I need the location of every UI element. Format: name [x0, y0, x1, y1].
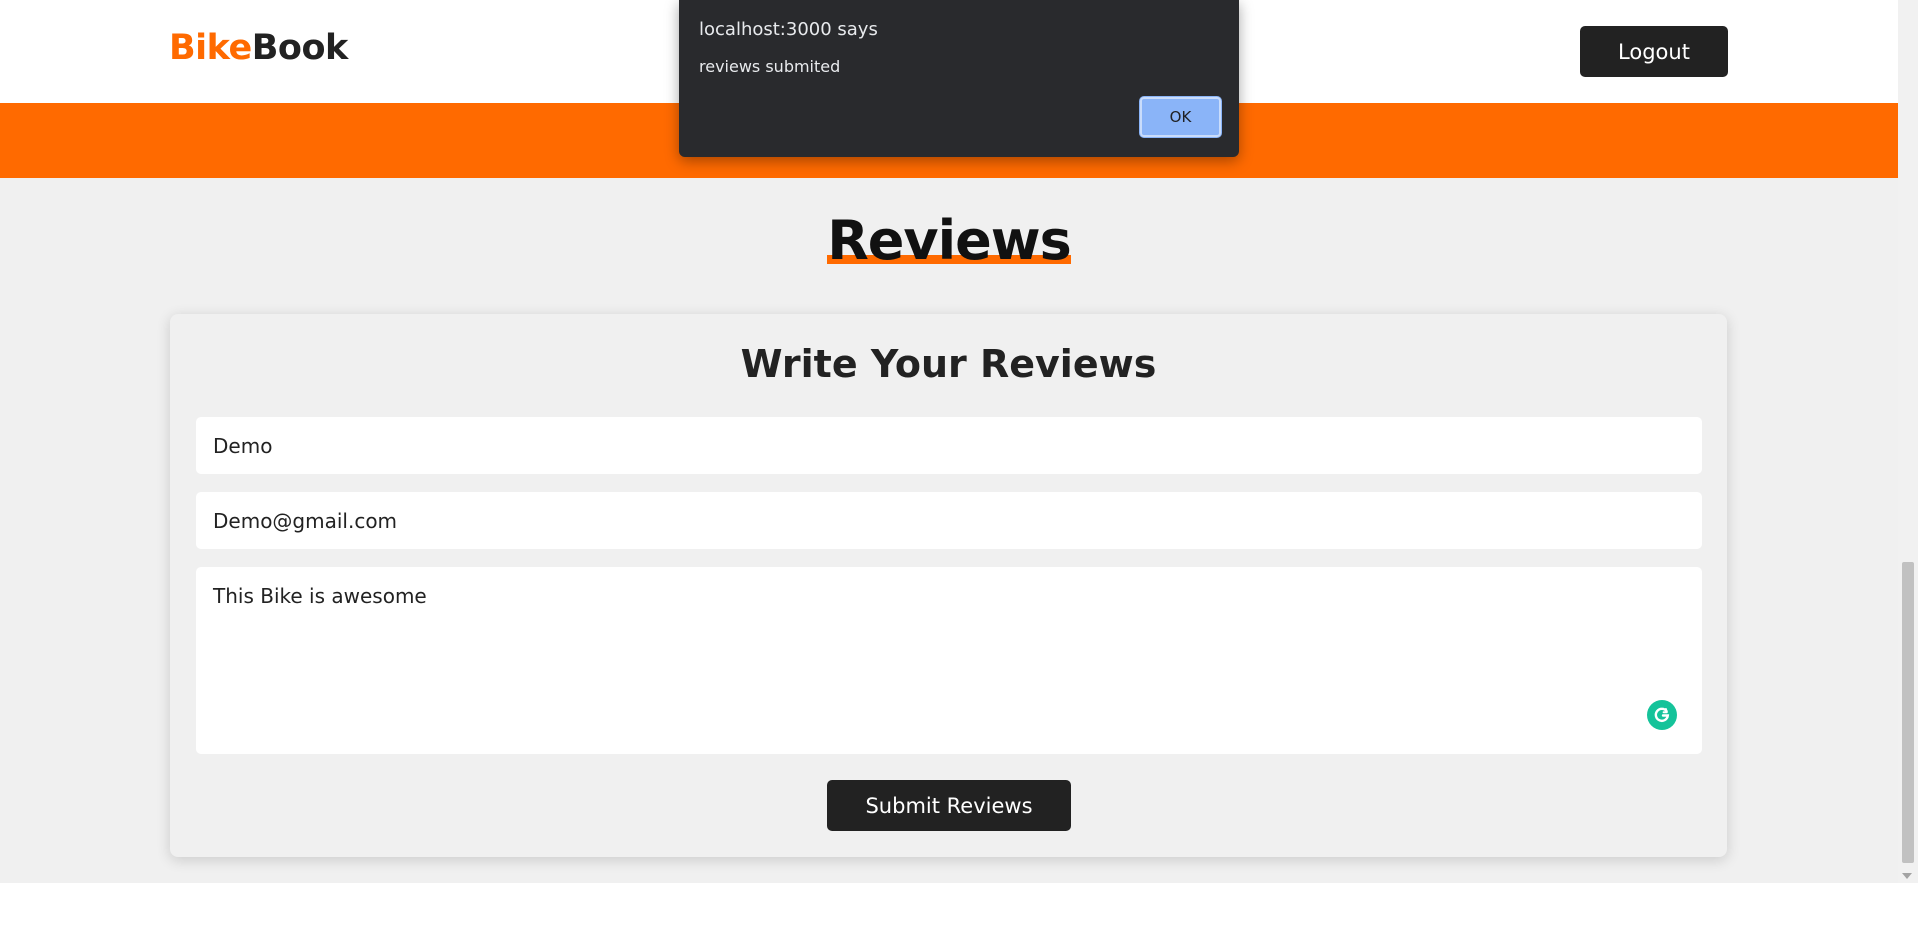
- reviews-heading: Reviews: [0, 209, 1898, 272]
- email-input[interactable]: Demo@gmail.com: [196, 492, 1702, 549]
- site-logo[interactable]: BikeBook: [169, 28, 348, 68]
- alert-dialog-message: reviews submited: [699, 57, 841, 76]
- grammarly-icon[interactable]: [1647, 700, 1677, 730]
- review-textarea-value: This Bike is awesome: [213, 584, 427, 608]
- scroll-down-arrow-icon[interactable]: [1902, 873, 1912, 879]
- reviews-heading-text: Reviews: [827, 209, 1072, 272]
- name-input[interactable]: Demo: [196, 417, 1702, 474]
- page-footer-area: [0, 883, 1918, 951]
- review-textarea[interactable]: This Bike is awesome: [196, 567, 1702, 754]
- review-form-card: Write Your Reviews Demo Demo@gmail.com T…: [170, 314, 1727, 857]
- alert-dialog-title: localhost:3000 says: [699, 19, 878, 40]
- page: BikeBook Logout Reviews Write Your Revie…: [0, 0, 1918, 951]
- scrollbar-thumb[interactable]: [1902, 562, 1914, 863]
- review-form-title: Write Your Reviews: [740, 342, 1157, 386]
- alert-ok-button[interactable]: OK: [1140, 97, 1221, 137]
- logo-part-book: Book: [251, 28, 349, 68]
- submit-reviews-button[interactable]: Submit Reviews: [827, 780, 1071, 831]
- alert-dialog: localhost:3000 says reviews submited OK: [679, 0, 1239, 157]
- logout-button[interactable]: Logout: [1580, 26, 1728, 77]
- vertical-scrollbar[interactable]: [1898, 0, 1918, 883]
- logo-part-bike: Bike: [169, 28, 252, 68]
